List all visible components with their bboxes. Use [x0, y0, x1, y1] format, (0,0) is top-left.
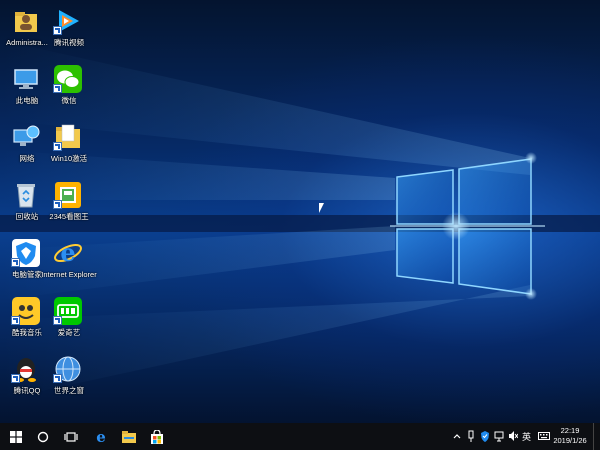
shortcut-arrow-icon [53, 374, 62, 383]
taskbar-file-explorer[interactable] [115, 423, 143, 450]
clock-date: 2019/1/26 [553, 436, 587, 445]
svg-text:e: e [96, 430, 106, 444]
usb-plug-icon[interactable] [466, 429, 476, 443]
search-button[interactable] [29, 423, 57, 450]
shortcut-arrow-icon [53, 200, 62, 209]
shortcut-arrow-icon [53, 142, 62, 151]
clock[interactable]: 22:19 2019/1/26 [548, 426, 592, 446]
volume-muted-icon[interactable] [508, 429, 518, 443]
desktop-icon-label: 腾讯视频 [54, 38, 84, 47]
taskbar-edge[interactable]: e [87, 423, 115, 450]
svg-text:e: e [60, 238, 75, 267]
start-icon [10, 430, 22, 443]
desktop-icon-iqiyi[interactable]: 爱奇艺 [40, 296, 98, 350]
shortcut-arrow-icon [11, 258, 20, 267]
start-button[interactable] [2, 423, 30, 450]
desktop-icon-label: 爱奇艺 [57, 328, 81, 337]
desktop-icon-tencent-video[interactable]: 腾讯视频 [40, 6, 98, 60]
desktop-icon-world-window[interactable]: 世界之窗 [40, 354, 98, 408]
edge-icon: e [96, 430, 106, 444]
desktop-icon-label: 2345看图王 [49, 212, 89, 221]
network-icon [13, 125, 40, 146]
file-explorer-icon [122, 430, 136, 443]
desktop[interactable]: Administra... 腾讯视频 此电脑 微信 网络 Win10激活 回收站… [0, 0, 600, 423]
recycle-bin-icon [17, 184, 35, 208]
input-method-indicator[interactable]: 英 [522, 430, 531, 443]
desktop-icon-win10-activate[interactable]: Win10激活 [40, 122, 98, 176]
desktop-icon-label: 微信 [61, 96, 77, 105]
desktop-icon-label: Win10激活 [50, 154, 88, 163]
computer-icon [14, 69, 38, 89]
task-view-button[interactable] [57, 423, 85, 450]
network-monitor-icon[interactable] [494, 429, 504, 443]
clock-time: 22:19 [560, 426, 580, 435]
desktop-icon-wechat[interactable]: 微信 [40, 64, 98, 118]
shortcut-arrow-icon [11, 374, 20, 383]
shortcut-arrow-icon [53, 316, 62, 325]
shortcut-arrow-icon [53, 26, 62, 35]
security-shield-icon[interactable] [480, 429, 490, 443]
desktop-icon-2345-image-viewer[interactable]: 2345看图王 [40, 180, 98, 234]
show-desktop-button[interactable] [593, 423, 600, 450]
user-folder-icon [15, 12, 37, 32]
taskbar: e 英 22:19 2019/1/26 [0, 423, 600, 450]
taskbar-store[interactable] [143, 423, 171, 450]
desktop-icon-label: 世界之窗 [54, 386, 84, 395]
shortcut-arrow-icon [11, 316, 20, 325]
desktop-icon-internet-explorer[interactable]: e Internet Explorer [40, 238, 98, 292]
chevron-up-icon[interactable] [452, 429, 462, 443]
ie-icon: e [54, 238, 82, 267]
mouse-cursor [319, 203, 327, 213]
desktop-icon-label: Internet Explorer [41, 270, 97, 279]
task-view-icon [64, 431, 78, 442]
shortcut-arrow-icon [53, 84, 62, 93]
search-circle-icon [37, 431, 49, 442]
store-icon [151, 429, 163, 444]
